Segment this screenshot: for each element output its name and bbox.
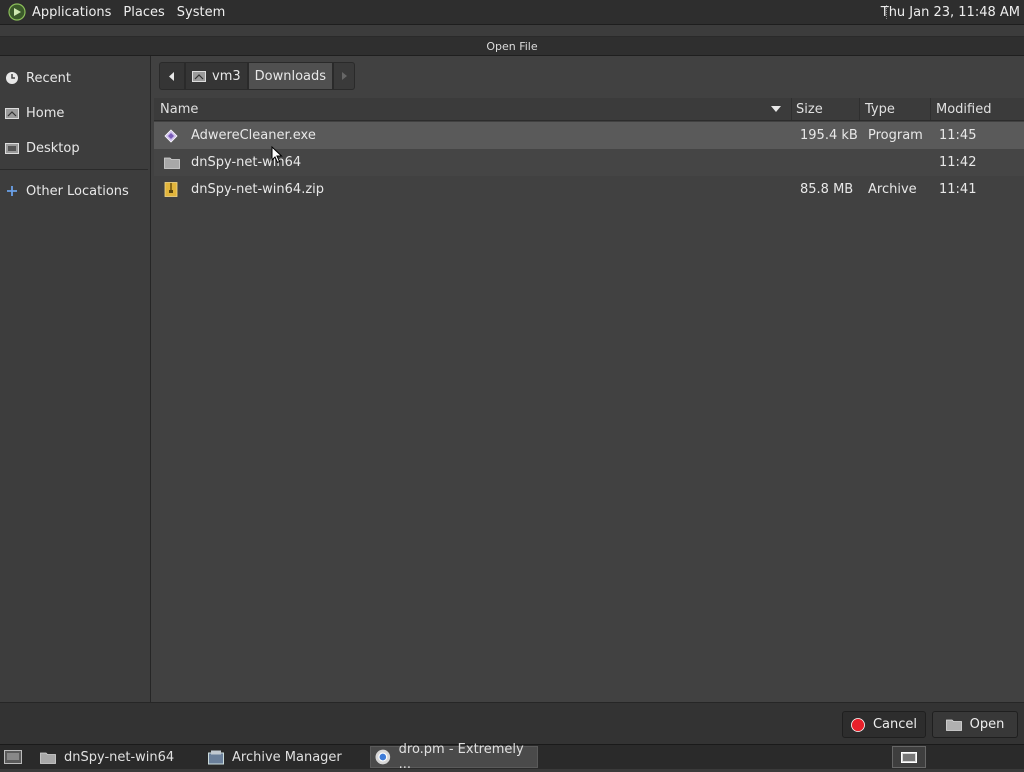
file-row[interactable]: AdwereCleaner.exe 195.4 kB Program 11:45 xyxy=(154,122,1024,149)
column-modified-label: Modified xyxy=(936,101,992,117)
folder-icon xyxy=(164,149,180,176)
file-size: 195.4 kB xyxy=(800,128,858,143)
sidebar-item-label: Recent xyxy=(26,70,71,86)
column-type-header[interactable]: Type xyxy=(860,98,931,120)
file-browser: vm3 Downloads Name Size Type Modified Ad… xyxy=(151,56,1024,702)
sidebar-item-desktop[interactable]: Desktop xyxy=(4,135,146,161)
distro-logo-icon[interactable] xyxy=(8,3,26,21)
sidebar-item-home[interactable]: Home xyxy=(4,100,146,126)
file-type: Program xyxy=(868,128,923,143)
path-segment-label: Downloads xyxy=(254,68,327,84)
column-size-header[interactable]: Size xyxy=(792,98,860,120)
path-segment-downloads[interactable]: Downloads xyxy=(247,62,334,90)
path-segment-label: vm3 xyxy=(212,68,241,84)
file-name: dnSpy-net-win64.zip xyxy=(191,182,325,197)
taskbar: dnSpy-net-win64 Archive Manager dro.pm -… xyxy=(0,742,1024,772)
column-name-header[interactable]: Name xyxy=(154,98,792,120)
column-header: Name Size Type Modified xyxy=(154,98,1024,121)
archive-icon xyxy=(164,176,178,203)
other-locations-icon xyxy=(4,183,20,199)
workspace-switcher[interactable] xyxy=(892,746,926,768)
file-size: 85.8 MB xyxy=(800,182,854,197)
workspace-icon xyxy=(901,751,917,763)
home-icon xyxy=(4,105,20,121)
file-row[interactable]: dnSpy-net-win64 11:42 xyxy=(154,149,1024,176)
background-window-strip xyxy=(0,25,1024,37)
sidebar-item-recent[interactable]: Recent xyxy=(4,65,146,91)
taskbar-item-label: dnSpy-net-win64 xyxy=(64,749,175,765)
places-sidebar: Recent Home Desktop Other Locations xyxy=(0,56,151,702)
dialog-title: Open File xyxy=(0,37,1024,56)
file-type: Archive xyxy=(868,182,917,197)
archive-manager-icon xyxy=(208,750,224,764)
folder-icon xyxy=(40,752,56,764)
taskbar-item-dnspy[interactable]: dnSpy-net-win64 xyxy=(36,746,198,768)
applications-menu[interactable]: Applications xyxy=(26,0,117,24)
open-button[interactable]: Open xyxy=(932,711,1018,738)
path-forward-button[interactable] xyxy=(333,62,356,90)
places-menu[interactable]: Places xyxy=(117,0,170,24)
cancel-button-label: Cancel xyxy=(872,717,918,732)
column-size-label: Size xyxy=(796,101,823,117)
sidebar-separator xyxy=(0,169,148,170)
chrome-browser-icon xyxy=(375,749,391,765)
top-panel: Applications Places System Thu Jan 23, 1… xyxy=(0,0,1024,25)
mouse-cursor-icon xyxy=(271,146,283,164)
sidebar-item-label: Home xyxy=(26,105,65,121)
file-modified: 11:42 xyxy=(939,155,977,170)
file-name: AdwereCleaner.exe xyxy=(191,128,316,143)
cancel-icon xyxy=(851,717,865,732)
show-desktop-icon[interactable] xyxy=(2,746,24,768)
column-name-label: Name xyxy=(160,101,199,117)
sidebar-item-other-locations[interactable]: Other Locations xyxy=(4,178,146,204)
sort-descending-icon xyxy=(771,106,781,112)
file-modified: 11:45 xyxy=(939,128,977,143)
executable-icon xyxy=(164,122,178,149)
recent-icon xyxy=(4,70,20,86)
file-name: dnSpy-net-win64 xyxy=(191,155,302,170)
path-back-button[interactable] xyxy=(159,62,185,90)
clock[interactable]: Thu Jan 23, 11:48 AM xyxy=(881,0,1020,24)
taskbar-item-archive-manager[interactable]: Archive Manager xyxy=(204,746,366,768)
open-folder-icon xyxy=(945,719,962,731)
system-menu[interactable]: System xyxy=(171,0,231,24)
desktop-icon xyxy=(4,140,20,156)
chevron-right-icon xyxy=(341,72,347,80)
chevron-left-icon xyxy=(169,71,174,81)
file-modified: 11:41 xyxy=(939,182,977,197)
cancel-button[interactable]: Cancel xyxy=(842,711,926,738)
column-type-label: Type xyxy=(865,101,895,117)
taskbar-item-label: Archive Manager xyxy=(232,749,342,765)
path-segment-vm3[interactable]: vm3 xyxy=(185,62,248,90)
open-button-label: Open xyxy=(969,717,1005,732)
path-bar: vm3 Downloads xyxy=(159,62,356,90)
dialog-action-bar: Cancel Open xyxy=(0,702,1024,745)
taskbar-item-browser[interactable]: dro.pm - Extremely ... xyxy=(370,742,538,772)
column-modified-header[interactable]: Modified xyxy=(931,98,1024,120)
sidebar-item-label: Desktop xyxy=(26,140,80,156)
home-icon xyxy=(192,71,206,82)
file-row[interactable]: dnSpy-net-win64.zip 85.8 MB Archive 11:4… xyxy=(154,176,1024,203)
sidebar-item-label: Other Locations xyxy=(26,183,129,199)
